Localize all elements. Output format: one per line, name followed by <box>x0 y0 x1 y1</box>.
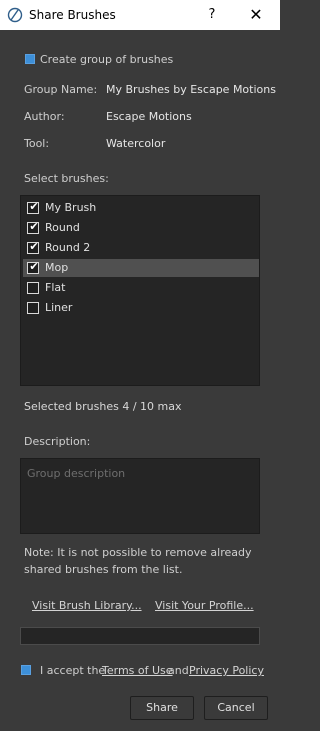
check-icon: ✔ <box>29 220 39 233</box>
tool-label: Tool: <box>24 137 50 150</box>
description-input[interactable]: Group description <box>20 458 260 534</box>
terms-and: and <box>168 664 189 677</box>
brush-name: Flat <box>45 281 66 294</box>
author-label: Author: <box>24 110 65 123</box>
check-icon: ✔ <box>29 240 39 253</box>
rebelle-app-icon <box>7 7 23 23</box>
terms-of-use-link[interactable]: Terms of Use <box>102 664 173 677</box>
help-button[interactable]: ? <box>203 5 221 25</box>
selected-count: Selected brushes 4 / 10 max <box>24 400 182 413</box>
check-icon: ✔ <box>29 200 39 213</box>
brush-name: Mop <box>45 261 69 274</box>
brush-name: Round 2 <box>45 241 91 254</box>
brush-checkbox[interactable] <box>27 282 39 294</box>
brush-name: Liner <box>45 301 73 314</box>
close-button[interactable]: ✕ <box>245 5 267 25</box>
brush-name: Round <box>45 221 80 234</box>
window-title: Share Brushes <box>29 8 116 22</box>
description-label: Description: <box>24 435 91 448</box>
brush-checkbox[interactable]: ✔ <box>27 220 39 234</box>
select-brushes-heading: Select brushes: <box>24 172 109 185</box>
author-value: Escape Motions <box>106 110 192 123</box>
brush-checkbox[interactable]: ✔ <box>27 240 39 254</box>
brush-checkbox[interactable] <box>27 302 39 314</box>
share-button[interactable]: Share <box>130 696 194 720</box>
privacy-policy-link[interactable]: Privacy Policy <box>189 664 264 677</box>
check-icon: ✔ <box>29 260 39 273</box>
brush-row[interactable]: Flat <box>23 279 259 297</box>
brush-checkbox[interactable]: ✔ <box>27 200 39 214</box>
brush-name: My Brush <box>45 201 97 214</box>
create-group-label: Create group of brushes <box>40 53 174 66</box>
group-name-label: Group Name: <box>24 83 98 96</box>
note-line-2: shared brushes from the list. <box>24 563 183 576</box>
description-placeholder: Group description <box>27 467 126 480</box>
upload-progress-bar <box>20 627 260 645</box>
brush-checkbox[interactable]: ✔ <box>27 260 39 274</box>
accept-terms-checkbox[interactable] <box>21 665 31 675</box>
brush-row[interactable]: Liner <box>23 299 259 317</box>
create-group-checkbox[interactable] <box>25 54 35 64</box>
note-line-1: Note: It is not possible to remove alrea… <box>24 546 252 559</box>
brush-row-selected[interactable]: ✔ Mop <box>23 259 259 277</box>
group-name-value: My Brushes by Escape Motions <box>106 83 276 96</box>
brush-row[interactable]: ✔ My Brush <box>23 199 259 217</box>
terms-prefix: I accept the <box>40 664 106 677</box>
your-profile-link[interactable]: Visit Your Profile... <box>155 599 254 612</box>
tool-value: Watercolor <box>106 137 166 150</box>
cancel-button[interactable]: Cancel <box>204 696 268 720</box>
brush-row[interactable]: ✔ Round 2 <box>23 239 259 257</box>
brush-library-link[interactable]: Visit Brush Library... <box>32 599 142 612</box>
brush-row[interactable]: ✔ Round <box>23 219 259 237</box>
brush-list[interactable]: ✔ My Brush ✔ Round ✔ Round 2 ✔ Mop Flat … <box>20 195 260 386</box>
title-bar: Share Brushes ? ✕ <box>0 0 280 30</box>
